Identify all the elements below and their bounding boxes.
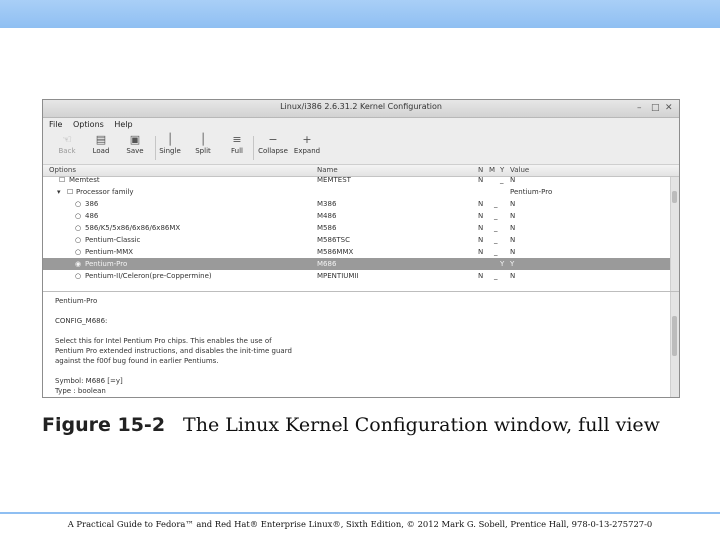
menu-file[interactable]: File	[49, 120, 62, 129]
tree-row-selected[interactable]: ◉ Pentium-Pro M686 Y Y	[43, 258, 671, 270]
column-value[interactable]: Value	[510, 166, 529, 174]
column-name[interactable]: Name	[317, 166, 338, 174]
single-view-button[interactable]: │ Single	[154, 133, 186, 155]
tree-row[interactable]: ○ 586/K5/5x86/6x86/6x86MX M586 N _ N	[43, 222, 671, 234]
column-options[interactable]: Options	[49, 166, 76, 174]
help-panel: Pentium-Pro CONFIG_M686: Select this for…	[43, 292, 679, 397]
radio-icon[interactable]: ○	[75, 210, 81, 222]
window-titlebar: Linux/i386 2.6.31.2 Kernel Configuration…	[43, 100, 679, 118]
checkbox-icon: ☐	[67, 188, 74, 196]
back-button[interactable]: ☜ Back	[51, 133, 83, 155]
folder-icon: ▤	[95, 133, 107, 146]
top-banner	[0, 0, 720, 28]
menu-options[interactable]: Options	[73, 120, 104, 129]
checkbox-icon[interactable]: ☐	[59, 177, 65, 186]
toolbar: ☜ Back ▤ Load ▣ Save │ Single │ Split ≡ …	[43, 132, 679, 165]
figure-caption: Figure 15-2 The Linux Kernel Configuratio…	[42, 414, 702, 436]
tree-row[interactable]: ☐ Memtest MEMTEST N _ N	[43, 177, 671, 186]
footer-citation: A Practical Guide to Fedora™ and Red Hat…	[67, 519, 653, 529]
help-line: against the f00f bug found in earlier Pe…	[55, 357, 219, 365]
collapse-button[interactable]: − Collapse	[257, 133, 289, 155]
column-m[interactable]: M	[489, 166, 495, 174]
tree-column-header: Options Name N M Y Value	[43, 165, 679, 177]
tree-row[interactable]: ○ 386 M386 N _ N	[43, 198, 671, 210]
help-scrollbar[interactable]	[670, 292, 679, 397]
disk-icon: ▣	[129, 133, 141, 146]
scrollbar-thumb[interactable]	[672, 191, 677, 203]
figure-number: Figure 15-2	[42, 414, 166, 436]
radio-icon[interactable]: ○	[75, 270, 81, 282]
save-button[interactable]: ▣ Save	[119, 133, 151, 155]
load-button[interactable]: ▤ Load	[85, 133, 117, 155]
footer-divider	[0, 512, 720, 514]
menu-help[interactable]: Help	[114, 120, 132, 129]
tree-row[interactable]: ○ Pentium-Classic M586TSC N _ N	[43, 234, 671, 246]
minus-icon: −	[268, 133, 278, 146]
scrollbar-thumb[interactable]	[672, 316, 677, 356]
help-symbol: Symbol: M686 [=y]	[55, 377, 123, 385]
tree-scrollbar[interactable]	[670, 177, 679, 291]
help-line: Select this for Intel Pentium Pro chips.…	[55, 337, 272, 345]
tree-row[interactable]: ○ Pentium-II/Celeron(pre-Coppermine) MPE…	[43, 270, 671, 282]
tree-row[interactable]: ○ 486 M486 N _ N	[43, 210, 671, 222]
help-config-symbol: CONFIG_M686:	[55, 317, 108, 325]
back-arrow-icon: ☜	[62, 133, 72, 146]
column-y[interactable]: Y	[500, 166, 504, 174]
close-icon[interactable]: ✕	[665, 102, 673, 114]
help-line: Pentium Pro extended instructions, and d…	[55, 347, 292, 355]
radio-icon[interactable]: ○	[75, 222, 81, 234]
full-view-icon: ≡	[232, 133, 242, 146]
radio-icon[interactable]: ○	[75, 198, 81, 210]
single-view-icon: │	[166, 133, 174, 146]
help-type: Type : boolean	[55, 387, 106, 395]
menu-bar: File Options Help	[43, 118, 679, 132]
minimize-icon[interactable]: –	[637, 102, 642, 114]
plus-icon: +	[302, 133, 312, 146]
expander-down-icon[interactable]: ▾	[57, 186, 61, 198]
expand-button[interactable]: + Expand	[291, 133, 323, 155]
split-view-icon: │	[199, 133, 207, 146]
radio-icon[interactable]: ○	[75, 246, 81, 258]
split-view-button[interactable]: │ Split	[187, 133, 219, 155]
radio-icon[interactable]: ○	[75, 234, 81, 246]
tree-row[interactable]: ▾ ☐ Processor family Pentium-Pro	[43, 186, 671, 198]
kernel-config-window: Linux/i386 2.6.31.2 Kernel Configuration…	[42, 99, 680, 398]
full-view-button[interactable]: ≡ Full	[221, 133, 253, 155]
tree-row[interactable]: ○ Pentium-MMX M586MMX N _ N	[43, 246, 671, 258]
window-title: Linux/i386 2.6.31.2 Kernel Configuration	[280, 102, 442, 111]
toolbar-separator	[253, 136, 254, 160]
maximize-icon[interactable]: □	[651, 102, 660, 114]
help-title: Pentium-Pro	[55, 297, 98, 305]
column-n[interactable]: N	[478, 166, 483, 174]
figure-description: The Linux Kernel Configuration window, f…	[183, 414, 660, 436]
options-tree: ☐ Memtest MEMTEST N _ N ▾ ☐ Processor fa…	[43, 177, 679, 292]
radio-selected-icon[interactable]: ◉	[75, 258, 81, 270]
